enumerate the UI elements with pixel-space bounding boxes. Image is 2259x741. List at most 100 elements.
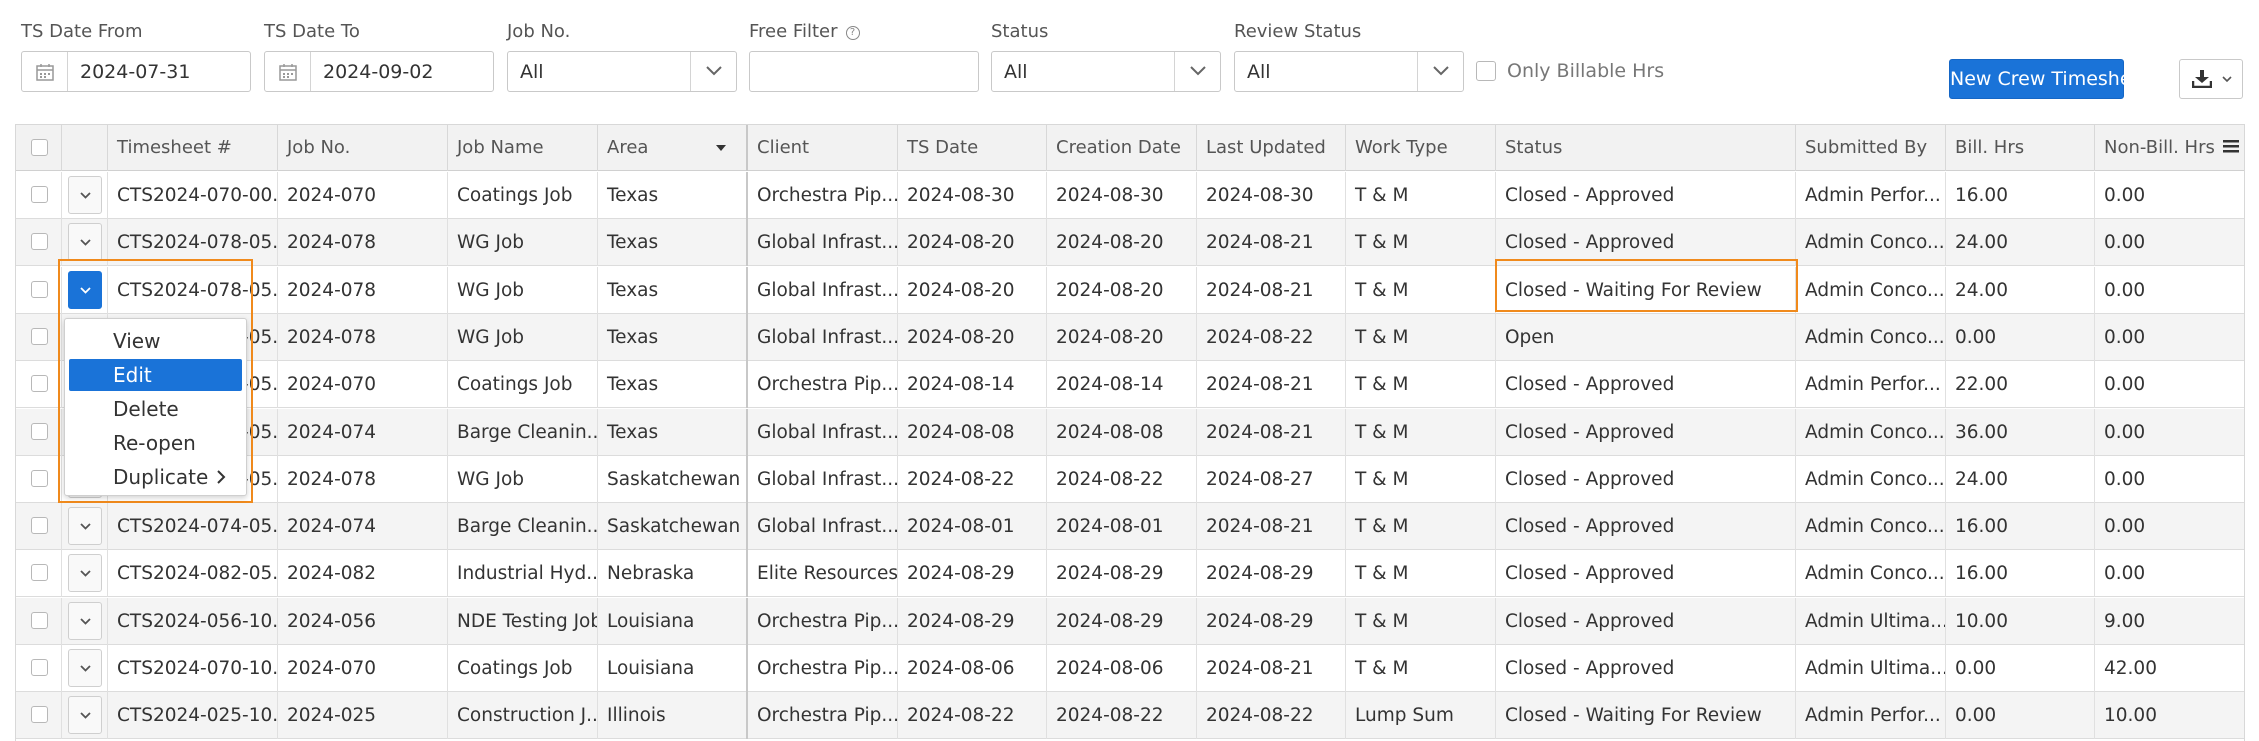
row-menu-button[interactable] xyxy=(68,176,102,214)
table-row[interactable]: CTS2024-074-05...2024-074Barge Cleanin..… xyxy=(16,408,2244,456)
cell-non-bill-hrs: 9.00 xyxy=(2104,610,2146,632)
review-status-label: Review Status xyxy=(1234,21,1362,42)
cell-bill-hrs: 24.00 xyxy=(1946,219,2095,267)
chevron-down-icon[interactable] xyxy=(1174,52,1220,91)
row-checkbox[interactable] xyxy=(31,327,48,345)
row-checkbox[interactable] xyxy=(31,564,48,582)
cell-bill-hrs: 16.00 xyxy=(1946,172,2095,219)
row-checkbox[interactable] xyxy=(31,659,48,676)
table-row[interactable]: CTS2024-078-05...2024-078WG JobTexasGlob… xyxy=(16,219,2244,267)
ts-date-from-field[interactable]: 2024-07-31 xyxy=(21,51,251,92)
table-row[interactable]: CTS2024-078-05...2024-078WG JobTexasGlob… xyxy=(16,313,2244,361)
row-checkbox[interactable] xyxy=(31,280,48,298)
col-timesheet-no[interactable]: Timesheet # xyxy=(108,125,278,171)
free-filter-input[interactable] xyxy=(749,51,979,92)
row-menu-button[interactable] xyxy=(68,223,102,262)
row-checkbox[interactable] xyxy=(31,469,48,487)
row-menu-button[interactable] xyxy=(68,696,102,735)
cell-timesheet-no: CTS2024-070-10... xyxy=(108,645,278,692)
cell-client: Orchestra Pip... xyxy=(748,172,898,219)
row-action-cell xyxy=(62,219,108,267)
row-action-menu: View Edit Delete Re-open Duplicate xyxy=(64,318,247,496)
cell-client: Orchestra Pip... xyxy=(748,645,898,692)
row-menu-button[interactable] xyxy=(68,507,102,546)
cell-area: Nebraska xyxy=(598,550,748,598)
cell-job-name: Coatings Job xyxy=(448,361,598,409)
col-status[interactable]: Status xyxy=(1496,125,1796,171)
table-row[interactable]: CTS2024-070-00... 2024-070 Coatings Job Tex… xyxy=(16,172,2244,219)
menu-item-reopen[interactable]: Re-open xyxy=(69,427,242,459)
col-last-updated[interactable]: Last Updated xyxy=(1197,125,1346,171)
row-menu-button[interactable] xyxy=(68,649,102,687)
cell-ts-date: 2024-08-20 xyxy=(898,266,1047,314)
col-area[interactable]: Area xyxy=(598,125,748,171)
cell-creation-date: 2024-08-29 xyxy=(1047,597,1197,645)
menu-item-delete[interactable]: Delete xyxy=(69,393,242,425)
cell-bill-hrs: 0.00 xyxy=(1946,645,2095,692)
table-row[interactable]: CTS2024-078-05...2024-078WG JobSaskatche… xyxy=(16,455,2244,503)
cell-area: Texas xyxy=(598,172,748,219)
calendar-icon[interactable] xyxy=(265,52,311,91)
row-menu-button[interactable] xyxy=(68,601,102,640)
cell-creation-date: 2024-08-30 xyxy=(1047,172,1197,219)
cell-job-no: 2024-070 xyxy=(278,172,448,219)
row-checkbox[interactable] xyxy=(31,422,48,440)
review-status-select[interactable]: All xyxy=(1234,51,1464,92)
menu-item-duplicate[interactable]: Duplicate xyxy=(69,461,242,493)
col-job-no[interactable]: Job No. xyxy=(278,125,448,171)
table-row[interactable]: CTS2024-070-10... 2024-070 Coatings Job Lou… xyxy=(16,645,2244,692)
cell-ts-date: 2024-08-29 xyxy=(898,550,1047,598)
row-checkbox[interactable] xyxy=(31,375,48,393)
col-client[interactable]: Client xyxy=(748,125,898,171)
cell-client: Global Infrast... xyxy=(748,408,898,456)
table-row[interactable]: CTS2024-074-05...2024-074Barge Cleanin..… xyxy=(16,503,2244,551)
menu-item-edit[interactable]: Edit xyxy=(69,359,242,391)
table-row[interactable]: CTS2024-070-05...2024-070Coatings JobTex… xyxy=(16,361,2244,409)
chevron-down-icon xyxy=(2222,76,2232,83)
table-row[interactable]: CTS2024-025-10... 2024-025 Construction J.… xyxy=(16,692,2244,740)
chevron-down-icon[interactable] xyxy=(1417,52,1463,91)
only-billable-checkbox[interactable] xyxy=(1476,60,1496,81)
row-checkbox[interactable] xyxy=(31,706,48,724)
cell-client: Orchestra Pip... xyxy=(748,361,898,409)
cell-bill-hrs: 16.00 xyxy=(1946,503,2095,551)
table-row[interactable]: CTS2024-082-05... 2024-082 Industrial Hyd.… xyxy=(16,550,2244,598)
table-row[interactable]: CTS2024-078-05...2024-078WG JobTexasGlob… xyxy=(16,266,2244,314)
table-row[interactable]: CTS2024-056-10... 2024-056 NDE Testing Job… xyxy=(16,597,2244,645)
new-crew-timesheet-button[interactable]: New Crew Timesheet xyxy=(1949,59,2151,99)
cell-ts-date: 2024-08-14 xyxy=(898,361,1047,409)
status-select[interactable]: All xyxy=(991,51,1221,92)
calendar-icon[interactable] xyxy=(22,52,68,91)
col-job-name[interactable]: Job Name xyxy=(448,125,598,171)
row-menu-button[interactable] xyxy=(68,270,102,309)
row-checkbox[interactable] xyxy=(31,233,48,251)
col-bill-hrs[interactable]: Bill. Hrs xyxy=(1946,125,2095,171)
col-work-type[interactable]: Work Type xyxy=(1346,125,1496,171)
row-checkbox[interactable] xyxy=(31,611,48,629)
column-menu-icon[interactable] xyxy=(2222,137,2240,155)
col-creation-date[interactable]: Creation Date xyxy=(1047,125,1197,171)
job-no-select[interactable]: All xyxy=(507,51,737,92)
ts-date-to-field[interactable]: 2024-09-02 xyxy=(264,51,494,92)
chevron-down-icon[interactable] xyxy=(690,52,736,91)
help-icon[interactable]: ? xyxy=(845,26,860,40)
row-menu-button[interactable] xyxy=(68,554,102,593)
cell-creation-date: 2024-08-20 xyxy=(1047,313,1197,361)
row-checkbox[interactable] xyxy=(31,517,48,535)
col-submitted-by[interactable]: Submitted By xyxy=(1796,125,1946,171)
col-non-bill-hrs[interactable]: Non-Bill. Hrs xyxy=(2095,125,2244,171)
row-action-cell xyxy=(62,503,108,551)
cell-job-no: 2024-070 xyxy=(278,645,448,692)
cell-last-updated: 2024-08-29 xyxy=(1197,597,1346,645)
cell-area: Texas xyxy=(598,313,748,361)
cell-work-type: T & M xyxy=(1346,313,1496,361)
cell-client: Orchestra Pip... xyxy=(748,597,898,645)
select-all-checkbox[interactable] xyxy=(31,139,48,156)
export-button[interactable] xyxy=(2179,59,2243,99)
row-checkbox[interactable] xyxy=(31,186,48,203)
menu-item-view[interactable]: View xyxy=(69,325,242,357)
cell-timesheet-no: CTS2024-082-05... xyxy=(108,550,278,598)
status-label: Status xyxy=(991,21,1049,42)
col-ts-date[interactable]: TS Date xyxy=(898,125,1047,171)
cell-client: Global Infrast... xyxy=(748,266,898,314)
